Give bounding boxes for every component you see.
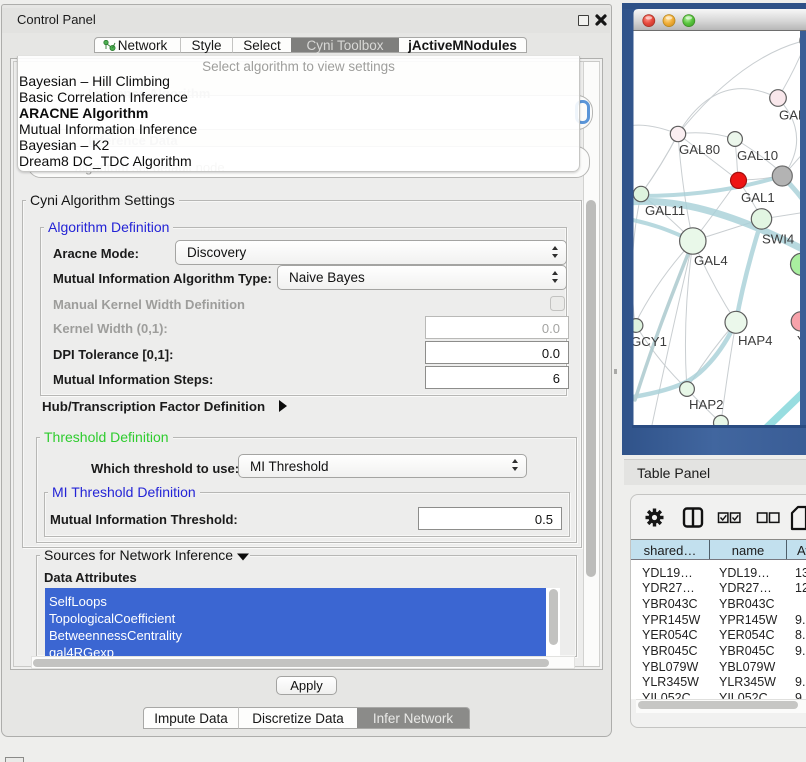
- svg-text:GAL11: GAL11: [645, 203, 685, 218]
- svg-text:HAP4: HAP4: [738, 333, 772, 348]
- svg-text:HAP2: HAP2: [689, 397, 723, 412]
- svg-text:GAL4: GAL4: [694, 253, 728, 268]
- svg-text:GAL10: GAL10: [737, 148, 778, 163]
- svg-text:GAL1: GAL1: [741, 190, 775, 205]
- svg-text:GAL80: GAL80: [679, 142, 720, 157]
- svg-text:GCY1: GCY1: [631, 334, 667, 349]
- svg-text:SWI4: SWI4: [762, 232, 794, 247]
